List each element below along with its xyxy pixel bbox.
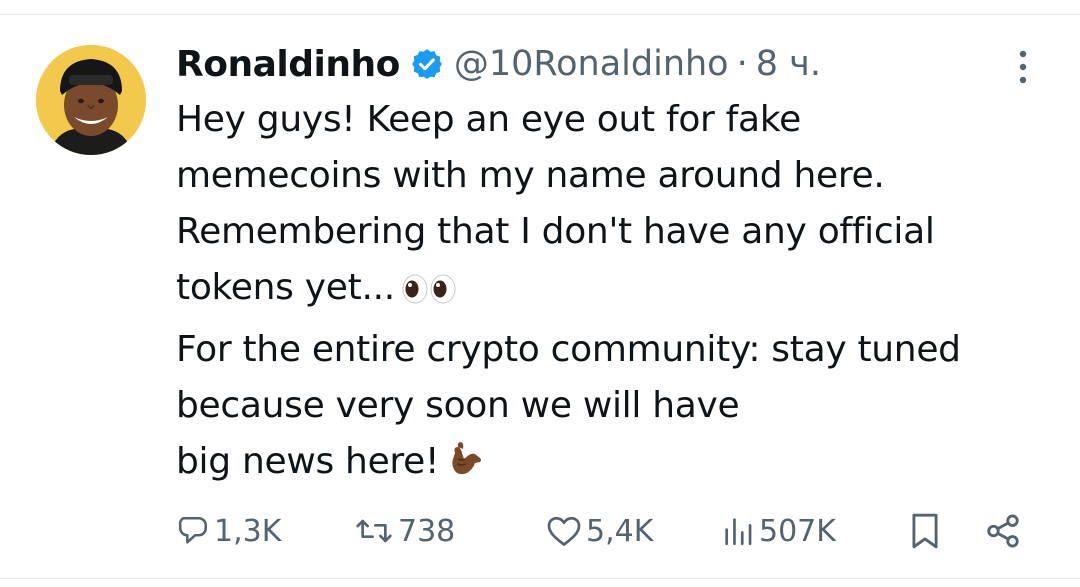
author-handle[interactable]: @10Ronaldinho [454, 44, 729, 84]
views-count: 507K [759, 513, 836, 549]
call-me-hand-emoji-icon [445, 439, 485, 496]
retweet-icon [354, 514, 394, 548]
tweet-line: because very soon we will have [176, 385, 740, 426]
tweet-line: big news here! [176, 441, 440, 482]
heart-icon [546, 514, 582, 548]
tweet-line: For the entire crypto community: stay tu… [176, 329, 961, 370]
views-bar-chart-icon [721, 514, 755, 548]
tweet-line: Hey guys! Keep an eye out for fake [176, 99, 801, 140]
tweet-line: tokens yet... [176, 267, 395, 308]
tweet-timestamp[interactable]: 8 ч. [756, 44, 821, 84]
tweet-line: memecoins with my name around here. [176, 155, 885, 196]
reply-icon [176, 514, 210, 548]
eyes-emoji-icon [401, 266, 457, 322]
like-button[interactable]: 5,4K [546, 505, 653, 557]
retweet-button[interactable]: 738 [354, 505, 455, 557]
bookmark-icon [909, 512, 941, 550]
verified-badge-icon[interactable] [410, 47, 444, 81]
reply-button[interactable]: 1,3K [176, 505, 281, 557]
avatar[interactable] [36, 45, 146, 155]
tweet-actions-bar: 1,3K 738 5,4K 507K [176, 505, 1036, 557]
bookmark-button[interactable] [909, 505, 941, 557]
top-divider [0, 14, 1080, 15]
tweet-line: Remembering that I don't have any offici… [176, 211, 935, 252]
author-display-name[interactable]: Ronaldinho [176, 44, 400, 85]
reply-count: 1,3K [214, 513, 282, 549]
profile-avatar-image [36, 45, 146, 155]
share-button[interactable] [984, 505, 1022, 557]
tweet-line-with-emoji: big news here! [176, 434, 1056, 496]
header-separator: · [736, 44, 748, 84]
more-options-icon[interactable] [1012, 48, 1034, 88]
tweet-header: Ronaldinho @10Ronaldinho · 8 ч. [176, 40, 821, 88]
retweet-count: 738 [398, 513, 456, 549]
like-count: 5,4K [586, 513, 654, 549]
views-button[interactable]: 507K [721, 505, 836, 557]
tweet-line-with-emoji: tokens yet... [176, 260, 1056, 322]
tweet-text: Hey guys! Keep an eye out for fake memec… [176, 92, 1056, 496]
bottom-divider [0, 578, 1080, 579]
share-icon [984, 512, 1022, 550]
